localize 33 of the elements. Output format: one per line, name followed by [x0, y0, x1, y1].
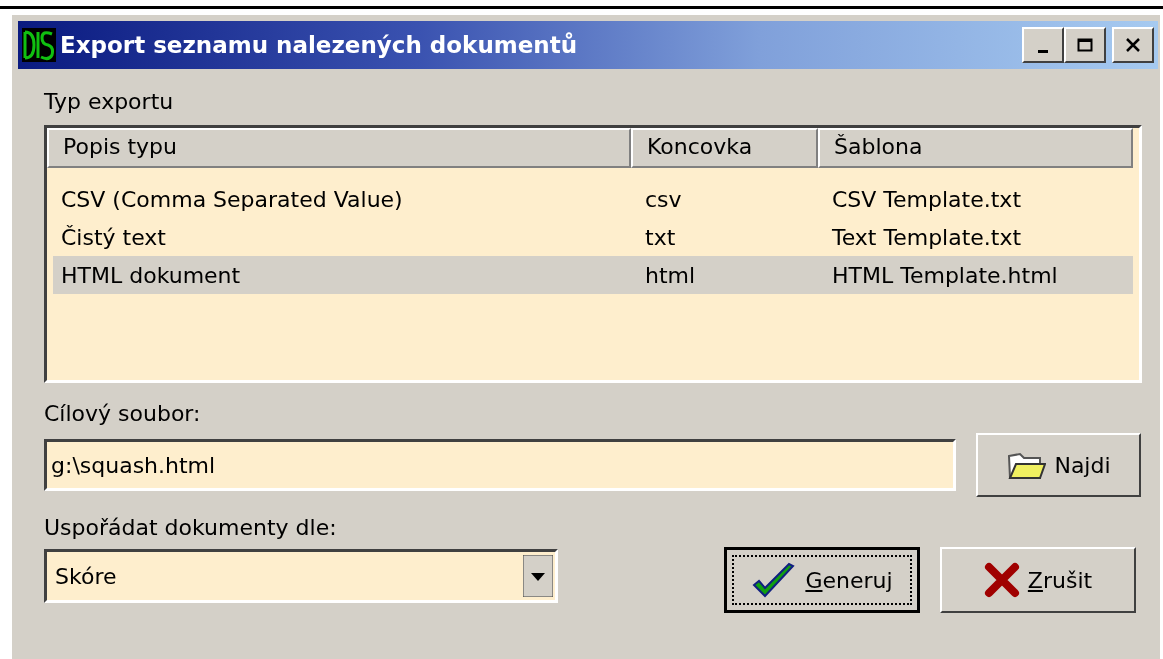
list-row[interactable]: CSV (Comma Separated Value) csv CSV Template.txt [53, 180, 1133, 218]
sort-by-label: Uspořádat dokumenty dle: [44, 515, 338, 542]
generate-button[interactable]: Generuj [724, 547, 920, 613]
target-file-label: Cílový soubor: [44, 401, 202, 428]
sort-by-dropdown[interactable]: Skóre [44, 549, 558, 603]
list-cell-text: CSV Template.txt [831, 186, 1023, 212]
maximize-icon [1077, 38, 1093, 52]
browse-button[interactable]: Najdi [976, 433, 1141, 497]
column-header[interactable]: Šablona [818, 128, 1133, 168]
minimize-button[interactable] [1022, 27, 1064, 63]
window-title: Export seznamu nalezených dokumentů [60, 32, 578, 58]
list-row[interactable]: Čistý text txt Text Template.txt [53, 218, 1133, 256]
list-row[interactable]: HTML dokument html HTML Template.html [53, 256, 1133, 294]
list-cell-text: html [644, 262, 697, 288]
close-button[interactable] [1112, 27, 1154, 63]
maximize-button[interactable] [1064, 27, 1106, 63]
list-cell-text: csv [644, 186, 683, 212]
cancel-button[interactable]: Zrušit [940, 547, 1136, 613]
list-cell-text: Čistý text [60, 224, 167, 250]
column-header[interactable]: Popis typu [47, 128, 631, 168]
list-cell-text: HTML Template.html [831, 262, 1059, 288]
list-cell-text: HTML dokument [60, 262, 242, 288]
list-cell-text: CSV (Comma Separated Value) [60, 186, 404, 212]
dropdown-arrow-icon [523, 555, 553, 597]
list-cell-text: txt [644, 224, 677, 250]
app-logo-icon [22, 28, 56, 62]
target-file-field[interactable]: g:\squash.html [44, 439, 956, 491]
minimize-icon [1038, 49, 1048, 53]
close-icon [1125, 38, 1141, 52]
list-cell-text: Text Template.txt [831, 224, 1023, 250]
column-header[interactable]: Koncovka [631, 128, 818, 168]
cross-icon [983, 562, 1020, 598]
export-type-label: Typ exportu [44, 89, 175, 116]
